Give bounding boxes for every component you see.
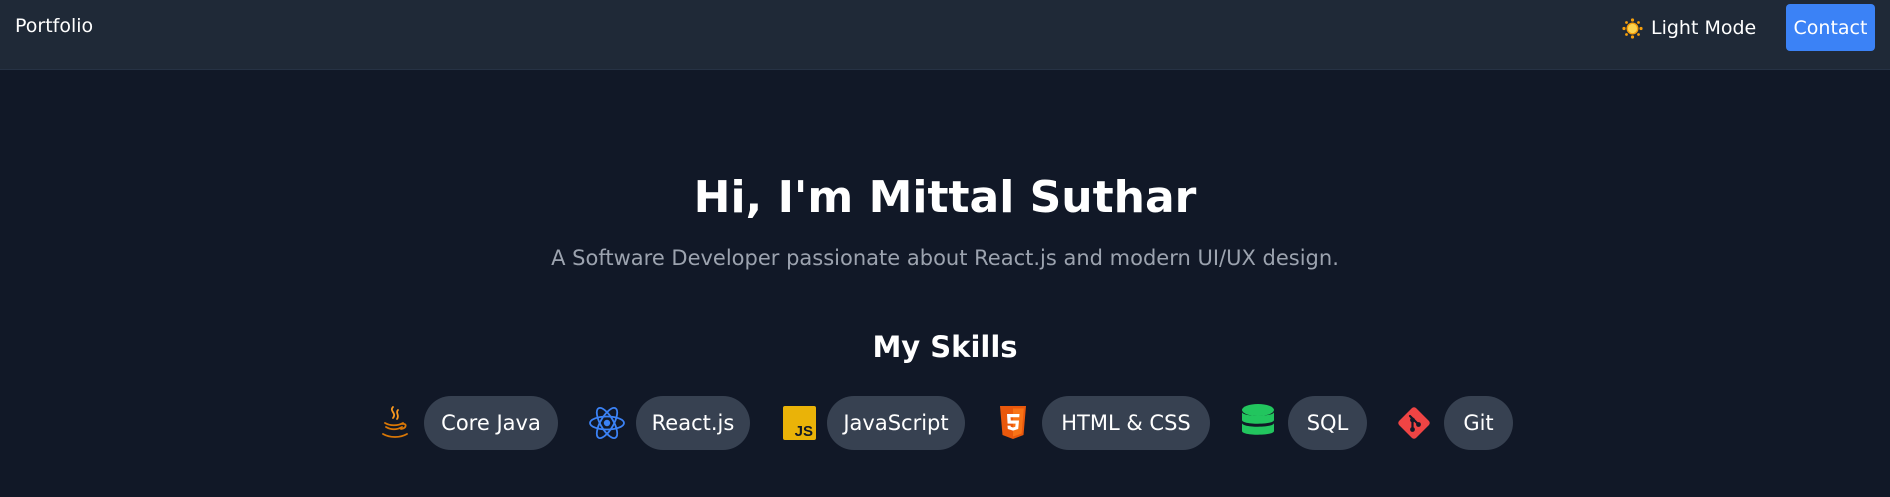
skill-item-html-css: HTML & CSS [996,396,1210,450]
skill-item-react: React.js [588,396,750,450]
contact-button[interactable]: Contact [1786,4,1875,51]
svg-text:JS: JS [794,423,812,440]
skill-item-core-java: Core Java [378,396,558,450]
javascript-icon: JS [782,406,816,440]
skill-item-git: Git [1397,396,1513,450]
database-icon [1240,404,1276,440]
skill-label: Core Java [424,396,558,450]
sun-icon [1622,17,1643,39]
skill-label: HTML & CSS [1042,396,1210,450]
skill-item-sql: SQL [1240,396,1367,450]
skills-heading: My Skills [872,330,1018,364]
theme-toggle-label: Light Mode [1651,17,1757,39]
git-icon [1397,406,1431,440]
html5-icon [996,406,1030,440]
hero-title: Hi, I'm Mittal Suthar [693,172,1197,223]
brand-link[interactable]: Portfolio [15,15,93,37]
skill-label: React.js [636,396,750,450]
theme-toggle-button[interactable]: Light Mode [1622,14,1756,42]
react-icon [588,406,626,440]
navbar: Portfolio Light Mode Contact [0,0,1890,70]
skill-label: SQL [1288,396,1367,450]
skill-label: JavaScript [827,396,965,450]
skill-label: Git [1444,396,1513,450]
skill-item-javascript: JS JavaScript [782,396,965,450]
hero-subtitle: A Software Developer passionate about Re… [551,246,1339,270]
java-icon [378,406,412,440]
